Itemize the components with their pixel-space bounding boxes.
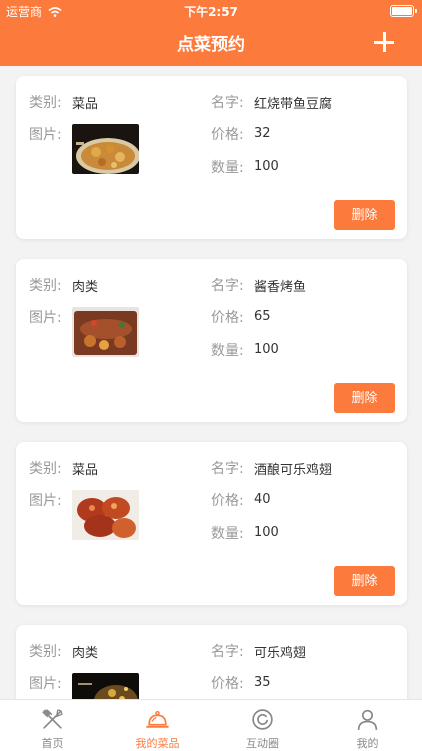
- dish-thumbnail[interactable]: [72, 124, 139, 174]
- price-value: 65: [254, 309, 271, 324]
- tab-my-dishes[interactable]: 我的菜品: [105, 700, 210, 751]
- tab-home[interactable]: 首页: [0, 700, 105, 751]
- price-label: 价格:: [211, 493, 244, 509]
- quantity-label: 数量:: [211, 343, 244, 359]
- tab-label: 我的菜品: [135, 737, 180, 750]
- category-label: 类别:: [29, 95, 62, 111]
- category-value: 肉类: [72, 646, 99, 661]
- tab-bar: 首页 我的菜品 互动圈 我的: [0, 699, 422, 751]
- category-value: 菜品: [72, 463, 99, 478]
- add-dish-button[interactable]: [374, 32, 394, 52]
- quantity-value: 100: [254, 159, 279, 174]
- category-value: 菜品: [72, 97, 99, 112]
- image-label: 图片:: [29, 493, 62, 509]
- name-value: 酒酿可乐鸡翅: [254, 463, 333, 478]
- page-title: 点菜预约: [177, 35, 245, 55]
- name-value: 红烧带鱼豆腐: [254, 97, 333, 112]
- price-label: 价格:: [211, 127, 244, 143]
- tab-community[interactable]: 互动圈: [210, 700, 315, 751]
- image-label: 图片:: [29, 676, 62, 692]
- dish-thumbnail[interactable]: [72, 490, 139, 540]
- tab-label: 我的: [356, 737, 379, 750]
- name-label: 名字:: [211, 461, 244, 477]
- category-label: 类别:: [29, 644, 62, 660]
- quantity-value: 100: [254, 525, 279, 540]
- dish-card: 类别: 肉类 名字: 酱香烤鱼 图片: 价格: 65 数量: 100 删除: [16, 259, 407, 422]
- price-label: 价格:: [211, 310, 244, 326]
- battery-icon: [390, 5, 417, 17]
- delete-button[interactable]: 删除: [334, 383, 395, 413]
- quantity-value: 100: [254, 342, 279, 357]
- category-label: 类别:: [29, 461, 62, 477]
- delete-button[interactable]: 删除: [334, 200, 395, 230]
- dish-thumbnail[interactable]: [72, 673, 139, 699]
- name-value: 酱香烤鱼: [254, 280, 307, 295]
- dish-card: 类别: 肉类 名字: 可乐鸡翅 图片: 价格: 35: [16, 625, 407, 699]
- tab-label: 首页: [41, 737, 64, 750]
- image-label: 图片:: [29, 127, 62, 143]
- name-label: 名字:: [211, 278, 244, 294]
- dish-list[interactable]: 类别: 菜品 名字: 红烧带鱼豆腐 图片: 价格: 32 数量: 100 删除 …: [0, 66, 422, 699]
- dish-card: 类别: 菜品 名字: 红烧带鱼豆腐 图片: 价格: 32 数量: 100 删除: [16, 76, 407, 239]
- cloche-icon: [146, 710, 169, 728]
- circle-icon: [252, 709, 273, 730]
- status-time: 下午2:57: [184, 5, 238, 19]
- price-label: 价格:: [211, 676, 244, 692]
- quantity-label: 数量:: [211, 160, 244, 176]
- price-value: 35: [254, 675, 271, 690]
- price-value: 32: [254, 126, 271, 141]
- name-label: 名字:: [211, 95, 244, 111]
- dish-thumbnail[interactable]: [72, 307, 139, 357]
- utensils-icon: [42, 709, 63, 729]
- dish-card: 类别: 菜品 名字: 酒酿可乐鸡翅 图片: 价格: 40 数量: 100 删除: [16, 442, 407, 605]
- header: 运营商 下午2:57 点菜预约: [0, 0, 422, 66]
- name-label: 名字:: [211, 644, 244, 660]
- user-icon: [357, 709, 378, 730]
- tab-label: 互动圈: [246, 737, 279, 750]
- tab-profile[interactable]: 我的: [315, 700, 420, 751]
- quantity-label: 数量:: [211, 526, 244, 542]
- delete-button[interactable]: 删除: [334, 566, 395, 596]
- price-value: 40: [254, 492, 271, 507]
- category-label: 类别:: [29, 278, 62, 294]
- image-label: 图片:: [29, 310, 62, 326]
- status-bar: 运营商 下午2:57: [0, 0, 422, 22]
- name-value: 可乐鸡翅: [254, 646, 307, 661]
- category-value: 肉类: [72, 280, 99, 295]
